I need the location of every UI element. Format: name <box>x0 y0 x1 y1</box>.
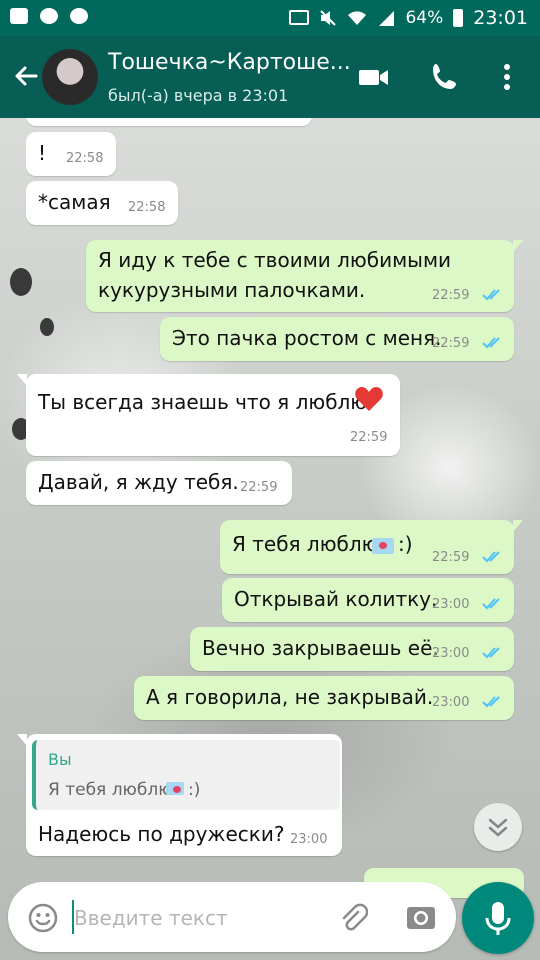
wallpaper-spot <box>40 318 54 336</box>
mic-icon <box>485 902 511 935</box>
scroll-to-bottom-button[interactable] <box>474 803 522 851</box>
message-time: 22:58 <box>128 200 166 215</box>
message-text: Открывай колитку. <box>234 587 438 611</box>
message-time: 22:58 <box>66 151 104 166</box>
message-text-line-2: кукурузными палочками. <box>98 278 366 302</box>
settings-notification-icon <box>70 8 88 24</box>
message-time: 23:00 <box>290 832 328 847</box>
contact-name[interactable]: Тошечка~Картоше... <box>108 50 351 75</box>
message-time: 23:00 <box>432 597 470 612</box>
cast-icon <box>289 10 310 25</box>
emoji-icon[interactable] <box>28 903 58 933</box>
read-ticks-icon <box>482 551 500 563</box>
message-bubble-partial[interactable] <box>26 118 312 126</box>
message-bubble-outgoing[interactable]: Я иду к тебе с твоими любимыми кукурузны… <box>86 240 523 312</box>
message-bubble-outgoing[interactable]: А я говорила, не закрывай. 23:00 <box>134 676 514 720</box>
message-text: А я говорила, не закрывай. <box>146 685 434 709</box>
message-bubble-incoming[interactable]: Давай, я жду тебя. 22:59 <box>26 461 292 505</box>
phone-icon[interactable] <box>428 60 462 94</box>
message-text-before-emoji: Я тебя люблю <box>232 532 379 556</box>
message-time: 22:59 <box>432 288 470 303</box>
wifi-icon <box>348 11 367 25</box>
message-time: 23:00 <box>432 646 470 661</box>
message-bubble-outgoing[interactable]: Я тебя люблю :) 22:59 <box>220 520 523 574</box>
back-arrow-icon[interactable] <box>12 62 40 90</box>
clock: 23:01 <box>473 7 528 29</box>
message-time: 23:00 <box>432 695 470 710</box>
quoted-text-before-emoji: Я тебя люблю <box>48 780 173 800</box>
message-time: 22:59 <box>432 336 470 351</box>
avatar[interactable] <box>42 49 98 105</box>
quoted-author: Вы <box>48 750 72 769</box>
read-ticks-icon <box>482 289 500 301</box>
video-call-icon[interactable] <box>356 60 390 94</box>
battery-percent: 64% <box>405 8 444 28</box>
message-bubble-outgoing[interactable]: Это пачка ростом с меня. 22:59 <box>160 317 514 361</box>
message-text: Надеюсь по дружески? <box>38 822 285 846</box>
message-time: 22:59 <box>350 430 388 445</box>
message-time: 22:59 <box>240 480 278 495</box>
status-bar: 64% 23:01 <box>0 0 540 36</box>
message-text-after-emoji: :) <box>398 532 413 556</box>
message-bubble-outgoing[interactable]: Вечно закрываешь её. 23:00 <box>190 627 514 671</box>
battery-icon <box>453 9 464 27</box>
more-vert-icon[interactable] <box>490 60 524 94</box>
message-text: Это пачка ростом с меня. <box>172 326 442 350</box>
heart-icon <box>355 387 383 411</box>
mic-button[interactable] <box>462 882 534 954</box>
message-text-line-1: Я иду к тебе с твоими любимыми <box>98 248 452 272</box>
mute-icon <box>320 10 337 26</box>
wallpaper-spot <box>10 268 32 296</box>
read-ticks-icon <box>482 696 500 708</box>
camera-icon[interactable] <box>406 903 436 931</box>
envelope-heart-icon <box>372 538 394 554</box>
message-text: Давай, я жду тебя. <box>38 470 239 494</box>
quoted-message[interactable]: Вы Я тебя люблю :) <box>32 740 340 810</box>
camera-notification-icon <box>40 8 58 24</box>
notification-icon <box>10 8 28 24</box>
read-ticks-icon <box>482 647 500 659</box>
message-text: Вечно закрываешь её. <box>202 636 439 660</box>
attach-icon[interactable] <box>338 902 368 932</box>
chat-header: Тошечка~Картоше... был(-а) вчера в 23:01 <box>0 36 540 118</box>
message-text: *самая <box>38 190 111 214</box>
read-ticks-icon <box>482 598 500 610</box>
message-bubble-incoming[interactable]: *самая 22:58 <box>26 181 178 225</box>
read-ticks-icon <box>482 337 500 349</box>
message-composer <box>8 882 456 952</box>
chevron-double-down-icon <box>488 818 508 837</box>
message-text: ! <box>38 141 47 165</box>
message-bubble-outgoing[interactable]: Открывай колитку. 23:00 <box>222 578 514 622</box>
message-text: Ты всегда знаешь что я люблю. <box>38 390 374 414</box>
message-bubble-incoming-reply[interactable]: Вы Я тебя люблю :) Надеюсь по дружески? … <box>17 734 342 856</box>
message-time: 22:59 <box>432 550 470 565</box>
chat-area[interactable]: ! 22:58 *самая 22:58 Я иду к тебе с твои… <box>0 118 540 960</box>
signal-icon <box>379 11 395 26</box>
message-bubble-incoming[interactable]: Ты всегда знаешь что я люблю. 22:59 <box>17 374 400 456</box>
message-input[interactable] <box>72 898 316 938</box>
envelope-heart-icon <box>166 782 184 795</box>
last-seen: был(-а) вчера в 23:01 <box>108 86 289 105</box>
message-bubble-incoming[interactable]: ! 22:58 <box>26 132 116 176</box>
quoted-text-after-emoji: :) <box>188 780 201 800</box>
